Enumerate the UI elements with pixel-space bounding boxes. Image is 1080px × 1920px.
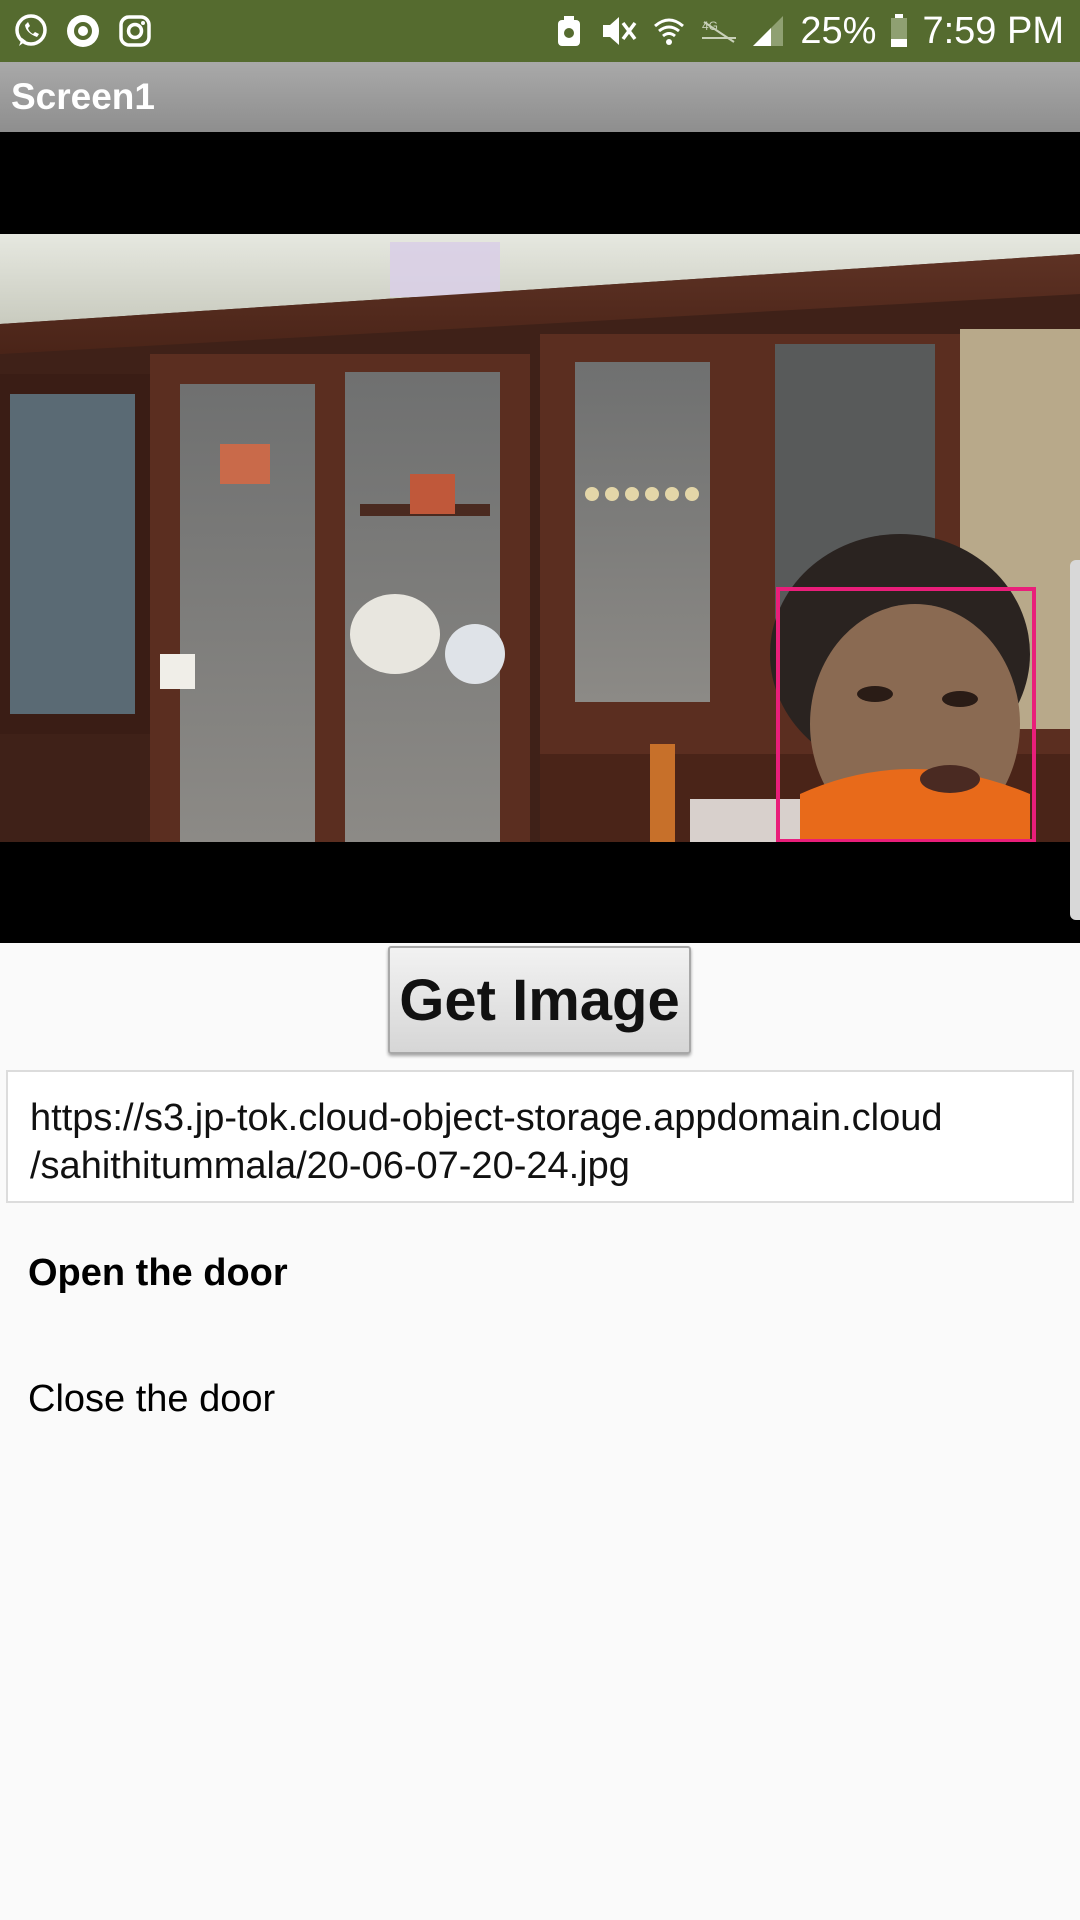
wifi-icon — [650, 12, 688, 50]
status-left-icons — [0, 12, 154, 50]
battery-icon — [888, 12, 910, 50]
open-door-label: Open the door — [28, 1252, 288, 1294]
whatsapp-icon — [12, 12, 50, 50]
battery-percent: 25% — [800, 9, 877, 52]
scroll-handle[interactable] — [1070, 560, 1080, 920]
clock: 7:59 PM — [922, 9, 1064, 52]
camera-image — [0, 234, 1080, 842]
lte-icon: 4G — [700, 12, 738, 50]
screen-title: Screen1 — [11, 76, 155, 117]
get-image-button[interactable]: Get Image — [388, 946, 691, 1054]
title-bar: Screen1 — [0, 62, 1080, 132]
instagram-icon — [116, 12, 154, 50]
status-right-icons: 4G 25% 7:59 PM — [550, 10, 1080, 53]
signal-icon — [750, 12, 788, 50]
close-door-label: Close the door — [28, 1378, 276, 1420]
image-url-textbox[interactable]: https://s3.jp-tok.cloud-object-storage.a… — [6, 1070, 1074, 1203]
camera-preview — [0, 132, 1080, 943]
status-bar: 4G 25% 7:59 PM — [0, 0, 1080, 62]
image-url-line-1: https://s3.jp-tok.cloud-object-storage.a… — [30, 1097, 943, 1139]
mute-icon — [600, 12, 638, 50]
vpn-icon — [550, 12, 588, 50]
image-url-line-2: /sahithitummala/20-06-07-20-24.jpg — [30, 1145, 630, 1187]
circle-app-icon — [64, 12, 102, 50]
